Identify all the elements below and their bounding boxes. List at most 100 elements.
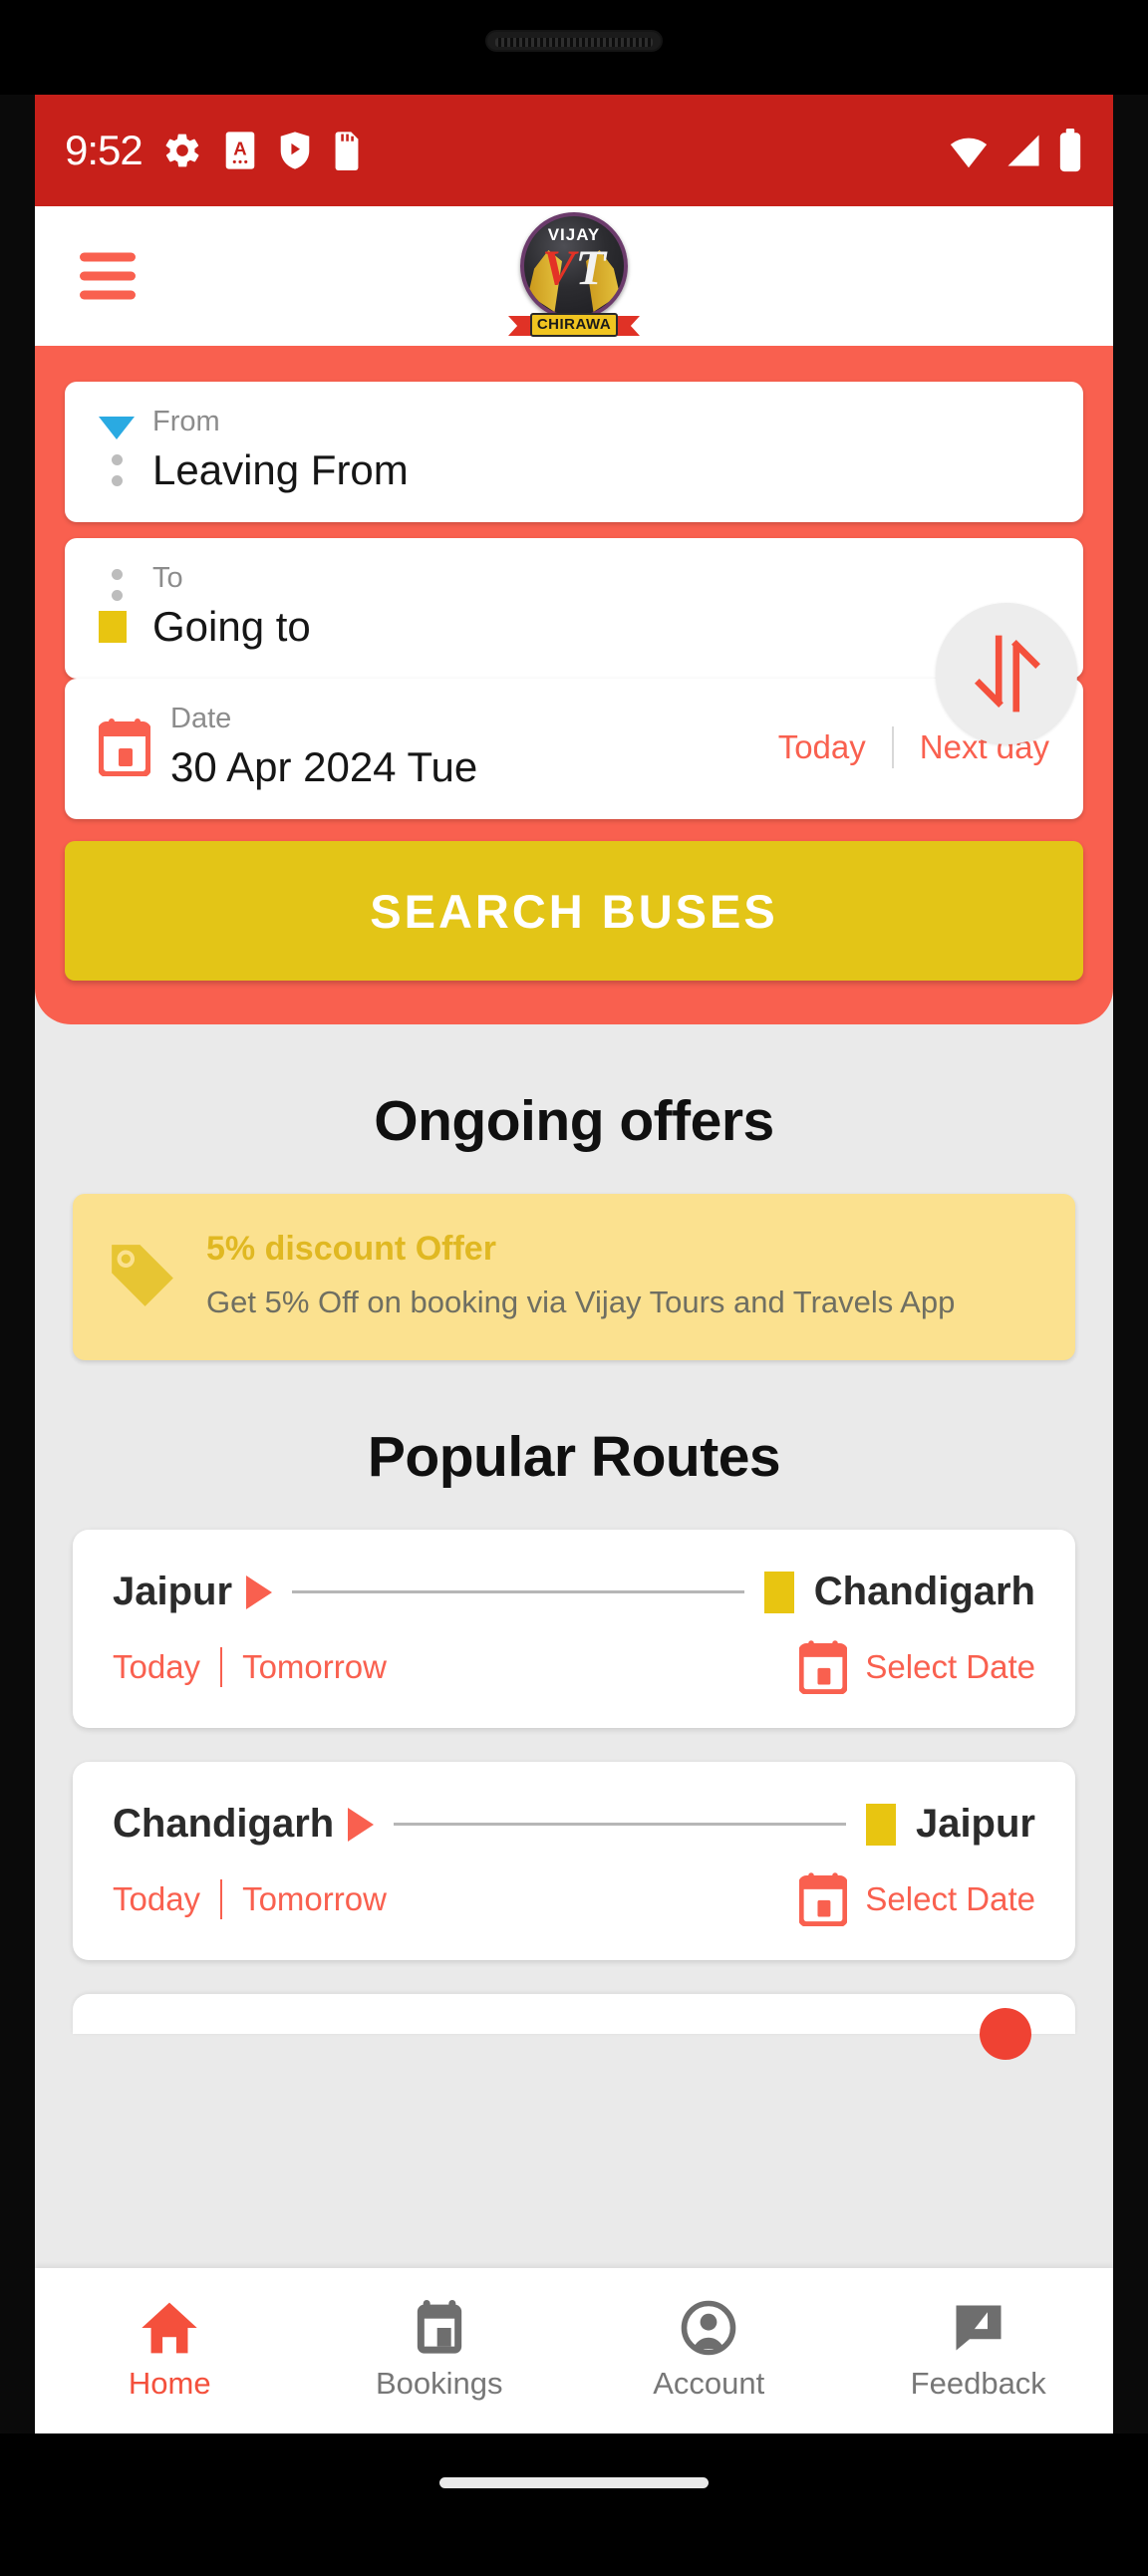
route-select-date-label: Select Date — [865, 1880, 1035, 1918]
cellular-signal-icon — [1007, 135, 1039, 166]
svg-text:A: A — [233, 138, 246, 158]
route-divider — [220, 1879, 223, 1920]
dotted-connector-icon — [99, 454, 135, 487]
calendar-icon — [99, 717, 150, 776]
swap-arrows-icon[interactable] — [936, 603, 1077, 744]
price-tag-icon — [112, 1244, 173, 1306]
gear-icon — [165, 134, 199, 167]
nav-label-feedback: Feedback — [910, 2366, 1046, 2401]
content-area: Ongoing offers 5% discount Offer Get 5% … — [35, 1088, 1113, 2061]
offer-subtitle: Get 5% Off on booking via Vijay Tours an… — [206, 1285, 956, 1320]
route-endpoints: Chandigarh Jaipur — [113, 1802, 1035, 1847]
from-label-row: From — [99, 408, 1049, 448]
route-select-date-button[interactable]: Select Date — [799, 1872, 1035, 1927]
home-icon — [142, 2302, 197, 2354]
feedback-icon — [956, 2305, 1002, 2351]
app-screen: 9:52 A VIJAY VT CHIRAWA From Leaving Fro… — [35, 95, 1113, 2433]
status-bar-left: 9:52 A — [65, 130, 948, 171]
offer-texts: 5% discount Offer Get 5% Off on booking … — [206, 1230, 1041, 1320]
route-quick-dates: Today Tomorrow — [113, 1647, 799, 1688]
route-destination: Chandigarh — [813, 1570, 1035, 1614]
arrow-right-icon — [348, 1807, 375, 1842]
phone-top-bezel — [0, 0, 1148, 95]
date-left-group: Date 30 Apr 2024 Tue — [99, 705, 778, 789]
home-gesture-indicator[interactable] — [439, 2477, 709, 2488]
route-origin: Jaipur — [113, 1570, 233, 1614]
wifi-icon — [950, 138, 988, 168]
logo-monogram-v: V — [542, 239, 576, 295]
date-label: Date — [170, 703, 232, 735]
status-bar-right — [948, 129, 1083, 172]
route-connector-line — [394, 1823, 846, 1827]
from-label: From — [152, 406, 220, 437]
search-panel: From Leaving From To Going to Date 30 Ap… — [35, 346, 1113, 1025]
from-field-card[interactable]: From Leaving From — [65, 382, 1083, 523]
date-value: 30 Apr 2024 Tue — [170, 743, 478, 791]
logo-ribbon: CHIRAWA — [508, 310, 640, 340]
route-today-button[interactable]: Today — [113, 1648, 200, 1686]
route-actions: Today Tomorrow Select Date — [113, 1872, 1035, 1927]
nav-label-bookings: Bookings — [375, 2366, 503, 2401]
calendar-icon — [799, 1640, 848, 1695]
route-tomorrow-button[interactable]: Tomorrow — [242, 1880, 387, 1918]
logo-badge: VIJAY VT — [520, 212, 628, 320]
brand-logo: VIJAY VT CHIRAWA — [508, 212, 640, 340]
alphabet-app-icon: A — [225, 132, 255, 169]
nav-label-home: Home — [128, 2366, 211, 2401]
phone-bottom-bezel — [0, 2433, 1148, 2576]
yellow-square-icon — [99, 611, 127, 644]
route-select-date-button[interactable]: Select Date — [799, 1640, 1035, 1695]
ongoing-offers-heading: Ongoing offers — [374, 1089, 774, 1154]
logo-ribbon-text: CHIRAWA — [530, 313, 618, 337]
search-buses-button[interactable]: SEARCH BUSES — [65, 841, 1083, 982]
to-label: To — [152, 562, 183, 595]
earpiece-speaker — [485, 30, 663, 52]
to-value-row: Going to — [99, 604, 1049, 649]
to-field-card[interactable]: To Going to — [65, 538, 1083, 680]
route-quick-dates: Today Tomorrow — [113, 1879, 799, 1920]
date-field-card[interactable]: Date 30 Apr 2024 Tue Today Next day — [65, 679, 1083, 820]
nav-item-home[interactable]: Home — [35, 2300, 305, 2402]
person-icon — [681, 2300, 736, 2356]
route-card[interactable]: Chandigarh Jaipur Today Tomorrow Select … — [73, 1762, 1075, 1961]
nav-item-account[interactable]: Account — [574, 2300, 844, 2402]
date-text-group: Date 30 Apr 2024 Tue — [170, 705, 477, 789]
sd-card-icon — [335, 132, 359, 170]
today-button[interactable]: Today — [778, 728, 866, 766]
popular-routes-heading: Popular Routes — [367, 1425, 781, 1490]
to-icon-wrap — [99, 611, 135, 644]
route-card-partial[interactable] — [73, 1994, 1075, 2061]
route-actions: Today Tomorrow Select Date — [113, 1640, 1035, 1695]
app-bar: VIJAY VT CHIRAWA — [35, 206, 1113, 346]
calendar-icon — [799, 1872, 848, 1927]
yellow-square-icon — [763, 1571, 794, 1613]
logo-monogram: VT — [524, 242, 624, 292]
offer-title: 5% discount Offer — [206, 1230, 496, 1269]
from-value[interactable]: Leaving From — [152, 447, 409, 492]
play-protect-icon — [280, 132, 310, 169]
yellow-square-icon — [865, 1803, 896, 1846]
to-label-row: To — [99, 564, 1049, 605]
logo-monogram-t: T — [575, 239, 606, 295]
route-select-date-label: Select Date — [865, 1648, 1035, 1686]
route-endpoints: Jaipur Chandigarh — [113, 1570, 1035, 1614]
hamburger-menu-icon[interactable] — [80, 252, 136, 300]
nav-label-account: Account — [653, 2366, 765, 2401]
date-actions-divider — [891, 725, 894, 768]
bottom-navigation-bar: Home Bookings Account Feedback — [35, 2268, 1113, 2433]
from-value-row: Leaving From — [99, 447, 1049, 492]
route-today-button[interactable]: Today — [113, 1880, 200, 1918]
to-value[interactable]: Going to — [152, 604, 311, 649]
route-connector-line — [292, 1590, 744, 1594]
status-clock: 9:52 — [65, 127, 144, 173]
nav-item-feedback[interactable]: Feedback — [844, 2300, 1114, 2402]
nav-item-bookings[interactable]: Bookings — [305, 2300, 575, 2402]
offer-card[interactable]: 5% discount Offer Get 5% Off on booking … — [73, 1194, 1075, 1361]
dotted-connector-icon — [99, 568, 135, 601]
route-tomorrow-button[interactable]: Tomorrow — [242, 1648, 387, 1686]
blue-triangle-down-icon — [99, 417, 135, 439]
ticket-icon — [417, 2300, 461, 2354]
arrow-right-icon — [246, 1574, 273, 1609]
route-card[interactable]: Jaipur Chandigarh Today Tomorrow Select … — [73, 1530, 1075, 1729]
battery-icon — [1059, 129, 1081, 172]
